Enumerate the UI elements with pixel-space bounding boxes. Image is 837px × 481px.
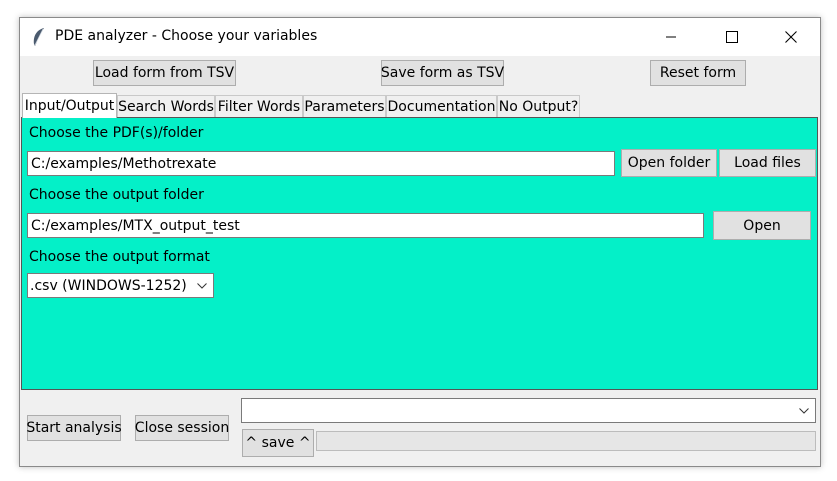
maximize-button[interactable] <box>709 18 755 56</box>
output-folder-label: Choose the output folder <box>29 187 204 203</box>
output-path-input[interactable]: C:/examples/MTX_output_test <box>27 213 704 238</box>
reset-form-button[interactable]: Reset form <box>650 60 746 86</box>
output-format-label: Choose the output format <box>29 249 210 265</box>
output-format-select[interactable]: .csv (WINDOWS-1252) <box>27 273 214 298</box>
open-folder-button[interactable]: Open folder <box>621 149 717 177</box>
tab-search-words[interactable]: Search Words <box>117 95 215 117</box>
session-combobox[interactable] <box>241 398 816 423</box>
tab-parameters[interactable]: Parameters <box>303 95 386 117</box>
save-form-button[interactable]: Save form as TSV <box>381 60 504 86</box>
window-title: PDE analyzer - Choose your variables <box>55 28 318 44</box>
save-session-button[interactable]: ^ save ^ <box>242 429 314 457</box>
tab-bar: Input/Output Search Words Filter Words P… <box>20 93 820 118</box>
pdf-folder-label: Choose the PDF(s)/folder <box>29 125 204 141</box>
chevron-down-icon <box>799 407 809 414</box>
tab-filter-words[interactable]: Filter Words <box>215 95 303 117</box>
title-bar: PDE analyzer - Choose your variables <box>20 18 820 56</box>
minimize-button[interactable] <box>648 18 694 56</box>
output-format-value: .csv (WINDOWS-1252) <box>30 277 187 294</box>
close-session-button[interactable]: Close session <box>135 415 229 441</box>
feather-icon <box>33 28 44 46</box>
load-form-button[interactable]: Load form from TSV <box>93 60 236 86</box>
input-output-panel: Choose the PDF(s)/folder C:/examples/Met… <box>21 117 818 390</box>
app-window: PDE analyzer - Choose your variables Loa… <box>19 17 821 467</box>
close-icon <box>785 31 797 43</box>
tab-input-output[interactable]: Input/Output <box>22 93 117 118</box>
close-window-button[interactable] <box>768 18 814 56</box>
chevron-down-icon <box>197 282 207 289</box>
load-files-button[interactable]: Load files <box>719 149 816 177</box>
tab-documentation[interactable]: Documentation <box>386 95 497 117</box>
open-output-button[interactable]: Open <box>713 211 811 240</box>
progress-bar <box>316 431 816 451</box>
tab-no-output[interactable]: No Output? <box>497 95 580 117</box>
start-analysis-button[interactable]: Start analysis <box>26 415 122 441</box>
maximize-icon <box>726 31 738 43</box>
minimize-icon <box>666 36 676 38</box>
pdf-path-input[interactable]: C:/examples/Methotrexate <box>27 151 615 176</box>
